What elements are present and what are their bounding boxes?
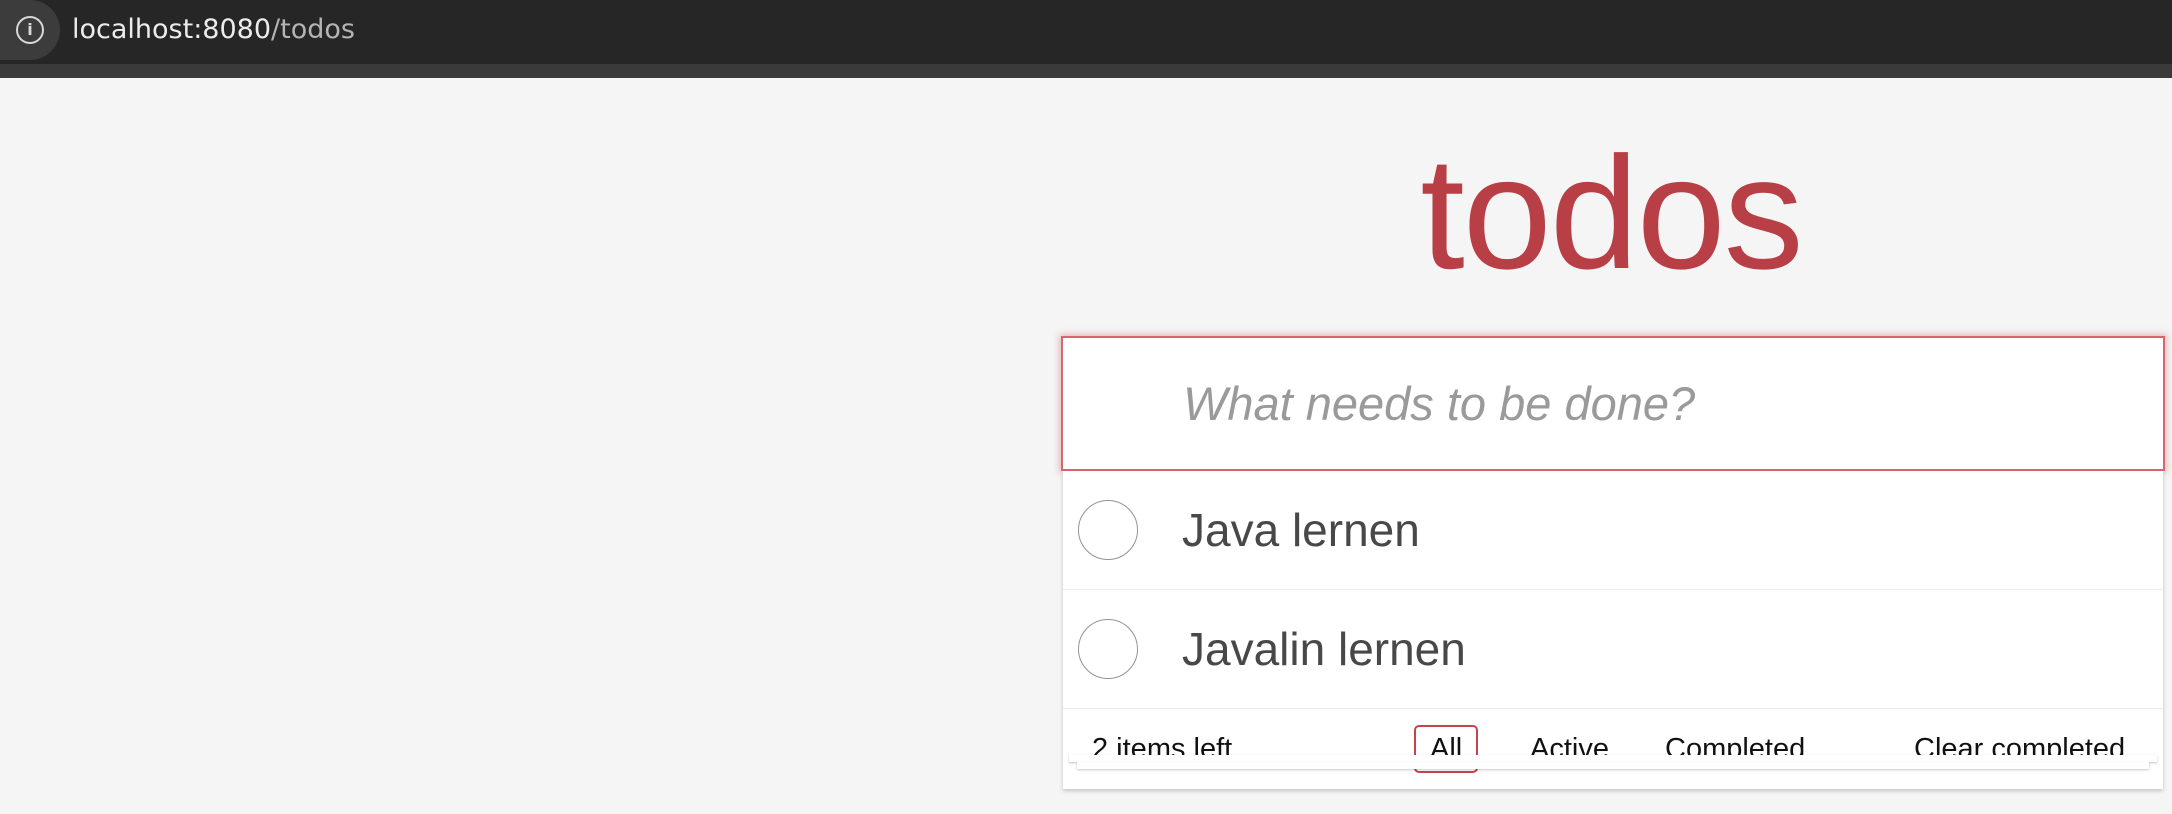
todo-label[interactable]: Javalin lernen bbox=[1182, 590, 1466, 709]
url-path: /todos bbox=[271, 14, 355, 45]
items-left-count: 2 items left bbox=[1092, 733, 1233, 765]
new-todo-input[interactable] bbox=[1183, 338, 2143, 469]
clear-completed-button[interactable]: Clear completed bbox=[1914, 709, 2125, 789]
browser-toolbar: i localhost:8080/todos bbox=[0, 0, 2172, 78]
todo-list: Java lernen Javalin lernen 2 items left … bbox=[1063, 471, 2163, 789]
info-icon: i bbox=[16, 16, 44, 44]
browser-toolbar-divider bbox=[0, 64, 2172, 78]
address-bar[interactable]: localhost:8080/todos bbox=[72, 12, 355, 48]
new-todo-container bbox=[1061, 336, 2165, 471]
url-host: localhost:8080 bbox=[72, 14, 272, 45]
todo-toggle-checkbox[interactable] bbox=[1078, 500, 1138, 560]
todo-item: Javalin lernen bbox=[1063, 590, 2163, 709]
list-stack-shadow bbox=[1069, 755, 2157, 762]
todo-footer: 2 items left All Active Completed Clear … bbox=[1063, 709, 2163, 789]
todo-toggle-checkbox[interactable] bbox=[1078, 619, 1138, 679]
list-stack-shadow bbox=[1077, 762, 2149, 769]
todo-label[interactable]: Java lernen bbox=[1182, 471, 1420, 590]
app-title: todos bbox=[1420, 123, 1803, 302]
todo-item: Java lernen bbox=[1063, 471, 2163, 590]
site-info-button[interactable]: i bbox=[0, 0, 60, 60]
